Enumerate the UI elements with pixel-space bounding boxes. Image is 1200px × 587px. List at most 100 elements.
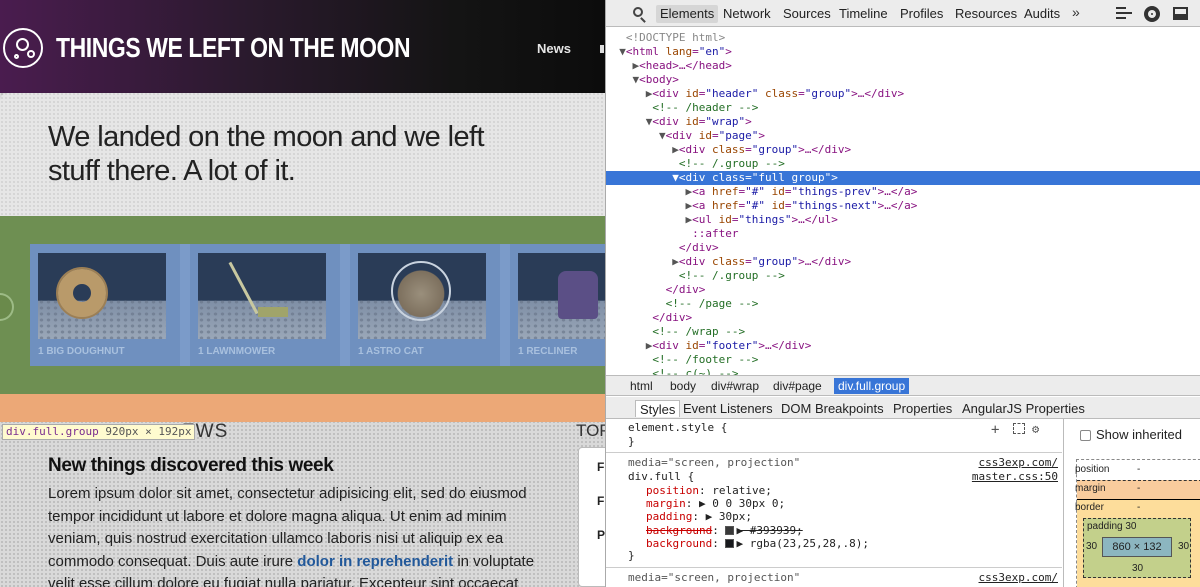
css-property[interactable]: background: ▶ #393939; [606, 524, 1062, 538]
stylesheet-link[interactable]: css3exp.com/ [979, 456, 1058, 470]
expand-triangle-icon[interactable]: ▶ [685, 199, 692, 212]
styles-gear-icon[interactable]: ⚙ [1032, 422, 1039, 436]
expand-triangle-icon[interactable] [659, 283, 666, 296]
css-property[interactable]: margin: ▶ 0 0 30px 0; [606, 497, 1062, 511]
thing-item[interactable]: 1 ASTRO CAT [350, 244, 500, 366]
padding-bottom-value[interactable]: 30 [1132, 563, 1143, 574]
top-list-item[interactable]: F [597, 494, 604, 508]
dom-node[interactable]: ▶<a href="#" id="things-prev">…</a> [606, 185, 1200, 199]
settings-gear-icon[interactable] [1144, 6, 1160, 22]
expand-triangle-icon[interactable]: ▶ [646, 339, 653, 352]
dom-node[interactable]: </div> [606, 283, 1200, 297]
thing-item[interactable]: 1 LAWNMOWER [190, 244, 340, 366]
expand-triangle-icon[interactable] [672, 157, 679, 170]
inspect-search-icon[interactable] [633, 7, 643, 17]
expand-triangle-icon[interactable] [619, 31, 626, 44]
expand-triangle-icon[interactable]: ▼ [619, 45, 626, 58]
dom-node[interactable]: <!-- /.group --> [606, 157, 1200, 171]
expand-triangle-icon[interactable] [659, 297, 666, 310]
css-property-name[interactable]: padding [646, 510, 692, 523]
expand-triangle-icon[interactable]: ▶ [685, 185, 692, 198]
expand-triangle-icon[interactable]: ▶ [633, 59, 640, 72]
element-state-icon[interactable] [1013, 423, 1025, 434]
expand-triangle-icon[interactable]: ▶ [672, 143, 679, 156]
news-body-link[interactable]: dolor in reprehenderit [297, 553, 453, 570]
top-list-item[interactable]: P [597, 528, 605, 542]
dom-node[interactable]: <!-- c(~) --> [606, 367, 1200, 375]
nav-link-news[interactable]: News [537, 41, 571, 56]
expand-triangle-icon[interactable]: ▼ [672, 171, 679, 184]
expand-triangle-icon[interactable] [646, 311, 653, 324]
expand-triangle-icon[interactable]: ▶ [646, 87, 653, 100]
dom-node[interactable]: ::after [606, 227, 1200, 241]
tab-event-listeners[interactable]: Event Listeners [679, 400, 777, 417]
dom-node[interactable]: <!-- /page --> [606, 297, 1200, 311]
css-property[interactable]: padding: ▶ 30px; [606, 510, 1062, 524]
css-property-name[interactable]: margin [646, 497, 686, 510]
breadcrumb-item[interactable]: div#page [769, 378, 826, 394]
moon-logo-icon[interactable] [3, 28, 43, 68]
expand-triangle-icon[interactable]: ▶ [672, 255, 679, 268]
dom-node[interactable]: ▼<body> [606, 73, 1200, 87]
breadcrumb-item-active[interactable]: div.full.group [834, 378, 910, 394]
tab-sources[interactable]: Sources [779, 5, 835, 23]
padding-left-value[interactable]: 30 [1086, 541, 1097, 552]
color-swatch-icon[interactable] [725, 538, 735, 548]
stylesheet-link[interactable]: css3exp.com/ [979, 571, 1058, 585]
css-property-name[interactable]: background [646, 537, 712, 550]
dom-node[interactable]: ▶<div id="footer">…</div> [606, 339, 1200, 353]
css-property-value[interactable]: relative; [712, 484, 772, 497]
dom-node[interactable]: ▶<head>…</head> [606, 59, 1200, 73]
expand-triangle-icon[interactable]: ▼ [633, 73, 640, 86]
thing-item[interactable]: 1 BIG DOUGHNUT [30, 244, 180, 366]
css-property-name[interactable]: background [646, 524, 712, 537]
css-selector[interactable]: div.full {master.css:50 [606, 470, 1062, 484]
padding-right-value[interactable]: 30 [1178, 541, 1189, 552]
dom-node[interactable]: ▶<a href="#" id="things-next">…</a> [606, 199, 1200, 213]
show-inherited-checkbox[interactable] [1080, 430, 1091, 441]
expand-triangle-icon[interactable]: ▼ [646, 115, 653, 128]
tab-network[interactable]: Network [719, 5, 775, 23]
dom-node[interactable]: <!-- /wrap --> [606, 325, 1200, 339]
dom-node[interactable]: <!DOCTYPE html> [606, 31, 1200, 45]
dom-tree[interactable]: <!DOCTYPE html> ▼<html lang="en"> ▶<head… [606, 27, 1200, 375]
breadcrumb-item[interactable]: body [666, 378, 700, 394]
css-property-name[interactable]: position [646, 484, 699, 497]
dom-node[interactable]: ▼<html lang="en"> [606, 45, 1200, 59]
expand-triangle-icon[interactable]: ▼ [659, 129, 666, 142]
css-property-value[interactable]: ▶ 30px; [706, 510, 752, 523]
dom-node-selected[interactable]: ▼<div class="full group"> [606, 171, 1200, 185]
expand-triangle-icon[interactable]: ▶ [685, 213, 692, 226]
dom-node[interactable]: <!-- /header --> [606, 101, 1200, 115]
dom-node[interactable]: </div> [606, 241, 1200, 255]
more-tabs-chevron-icon[interactable]: » [1072, 4, 1080, 20]
thing-item[interactable]: 1 RECLINER [510, 244, 605, 366]
tab-resources[interactable]: Resources [951, 5, 1021, 23]
dom-node[interactable]: ▶<div class="group">…</div> [606, 143, 1200, 157]
tab-profiles[interactable]: Profiles [896, 5, 947, 23]
dom-node[interactable]: ▶<div id="header" class="group">…</div> [606, 87, 1200, 101]
css-property[interactable]: position: relative; [606, 484, 1062, 498]
css-property-value[interactable]: ▶ 0 0 30px 0; [699, 497, 785, 510]
color-swatch-icon[interactable] [725, 525, 735, 535]
box-model-content[interactable]: 860 × 132 [1102, 537, 1172, 557]
tab-timeline[interactable]: Timeline [835, 5, 892, 23]
tab-angularjs-properties[interactable]: AngularJS Properties [958, 400, 1089, 417]
dock-side-icon[interactable] [1173, 7, 1188, 20]
console-drawer-icon[interactable] [1116, 7, 1132, 19]
dom-node[interactable]: <!-- /footer --> [606, 353, 1200, 367]
stylesheet-line-link[interactable]: master.css:50 [972, 470, 1058, 484]
site-title[interactable]: THINGS WE LEFT ON THE MOON [56, 32, 411, 64]
top-list-item[interactable]: F [597, 460, 604, 474]
tab-styles[interactable]: Styles [635, 400, 681, 417]
tab-audits[interactable]: Audits [1020, 5, 1064, 23]
dom-node[interactable]: ▼<div id="page"> [606, 129, 1200, 143]
breadcrumb-item[interactable]: html [626, 378, 657, 394]
dom-node[interactable]: </div> [606, 311, 1200, 325]
dom-node[interactable]: ▼<div id="wrap"> [606, 115, 1200, 129]
css-property-value[interactable]: ▶ rgba(23,25,28,.8); [736, 537, 868, 550]
tab-elements[interactable]: Elements [656, 5, 719, 23]
tab-dom-breakpoints[interactable]: DOM Breakpoints [777, 400, 888, 417]
breadcrumb-item[interactable]: div#wrap [707, 378, 763, 394]
dom-node[interactable]: ▶<ul id="things">…</ul> [606, 213, 1200, 227]
